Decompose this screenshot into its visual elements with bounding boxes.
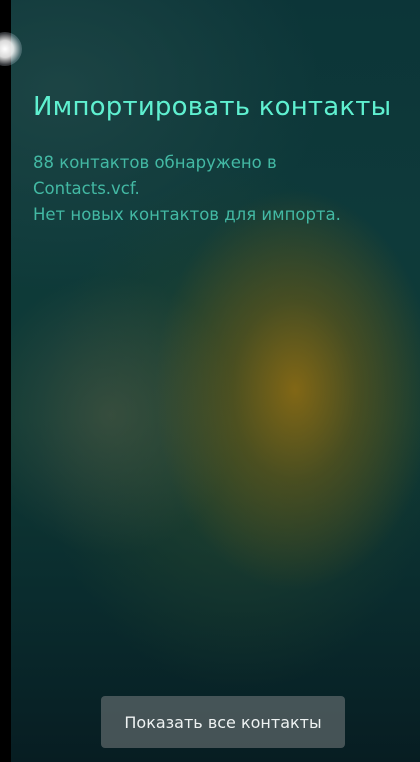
message-line: 88 контактов обнаружено в — [33, 153, 277, 172]
message-line: Contacts.vcf. — [33, 179, 140, 198]
screen-edge — [0, 0, 11, 762]
message-line: Нет новых контактов для импорта. — [33, 205, 341, 224]
import-message: 88 контактов обнаружено в Contacts.vcf. … — [33, 150, 403, 228]
import-contacts-screen: Импортировать контакты 88 контактов обна… — [0, 0, 420, 762]
light-glow-decoration — [0, 32, 22, 66]
page-title: Импортировать контакты — [33, 92, 392, 122]
show-all-contacts-button[interactable]: Показать все контакты — [101, 696, 345, 748]
